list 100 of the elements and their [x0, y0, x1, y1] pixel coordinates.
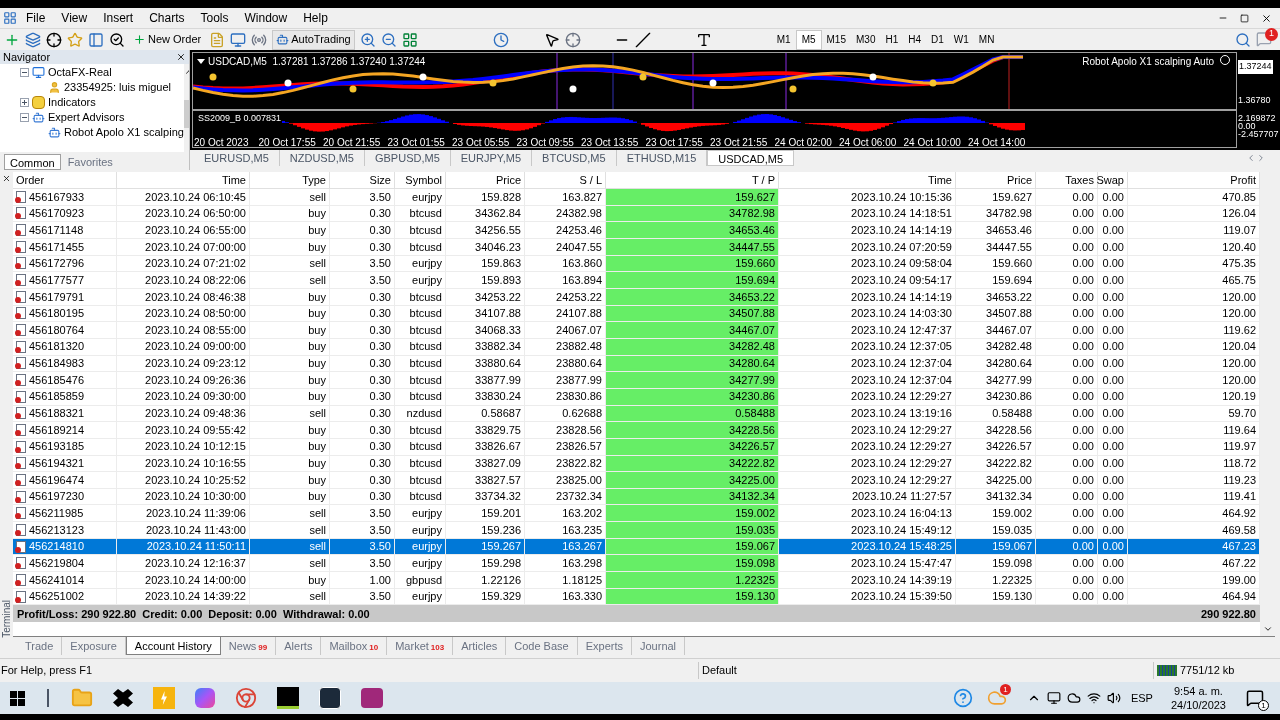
star-icon[interactable] — [67, 31, 83, 48]
chart-tab[interactable]: USDCAD,M5 — [707, 150, 795, 166]
chart-tab[interactable]: GBPUSD,M5 — [364, 150, 451, 166]
search-icon[interactable] — [1235, 31, 1251, 48]
terminal-tab[interactable]: Account History — [125, 637, 221, 656]
clock-icon[interactable] — [492, 31, 509, 48]
autotrading-button[interactable]: AutoTrading — [272, 29, 355, 50]
text-icon[interactable] — [695, 31, 712, 48]
table-row[interactable]: 456189214 2023.10.24 09:55:42 buy 0.30 btcusd 33829.75 23828.56 34228.56 2023.10.24 12:29:27 34228.56 0.00 0.00 119.64 — [13, 422, 1260, 439]
monitor-icon[interactable] — [230, 31, 247, 48]
table-row[interactable]: 456180764 2023.10.24 08:55:00 buy 0.30 btcusd 34068.33 24067.07 34467.07 2023.10.24 12:47:37 34467.07 0.00 0.00 119.62 — [13, 322, 1260, 339]
tree-item[interactable]: Robot Apolo X1 scalping — [64, 124, 184, 141]
chat-icon[interactable] — [1256, 30, 1272, 47]
menu-item[interactable]: Tools — [193, 9, 236, 27]
tree-item[interactable]: Indicators — [48, 94, 96, 111]
chart-tab[interactable]: NZDUSD,M5 — [279, 150, 365, 166]
timeframe-button[interactable]: M15 — [821, 29, 851, 50]
column-header[interactable]: S / L — [525, 172, 606, 188]
app-icon[interactable] — [319, 687, 341, 709]
timeframe-button[interactable]: MN — [973, 29, 1000, 50]
tree-item[interactable]: Expert Advisors — [48, 109, 125, 126]
table-row[interactable]: 456219804 2023.10.24 12:16:37 sell 3.50 eurjpy 159.298 163.298 159.098 2023.10.24 15:47:47 159.098 0.00 0.00 467.22 — [13, 555, 1260, 573]
menu-item[interactable]: Help — [296, 9, 335, 27]
timeframe-button[interactable]: M5 — [795, 29, 822, 50]
network-icon[interactable] — [1086, 691, 1101, 705]
menu-item[interactable]: View — [54, 9, 95, 27]
timeframe-button[interactable]: M30 — [851, 29, 881, 50]
menu-item[interactable]: File — [19, 9, 53, 27]
panel-tab[interactable]: Common — [4, 154, 61, 170]
timeframe-button[interactable]: M1 — [771, 29, 796, 50]
windows-icon[interactable] — [10, 690, 25, 706]
zoom-out-icon[interactable] — [380, 31, 397, 48]
table-row[interactable]: 456211985 2023.10.24 11:39:06 sell 3.50 eurjpy 159.201 163.202 159.002 2023.10.24 16:04:13 159.002 0.00 0.00 464.92 — [13, 505, 1260, 523]
terminal-tab[interactable]: Mailbox 10 — [321, 637, 388, 656]
tile-icon[interactable] — [401, 31, 418, 48]
cursor-icon[interactable] — [543, 31, 560, 48]
crosshair-icon[interactable] — [46, 31, 62, 48]
tree-item[interactable]: 23354925: luis miguel — [64, 79, 172, 96]
restore-icon[interactable] — [1240, 13, 1249, 23]
timeframe-button[interactable]: D1 — [926, 29, 949, 50]
dropdown-icon[interactable] — [197, 59, 205, 64]
expand-icon[interactable] — [20, 98, 29, 107]
table-row[interactable]: 456185476 2023.10.24 09:26:36 buy 0.30 btcusd 33877.99 23877.99 34277.99 2023.10.24 12:37:04 34277.99 0.00 0.00 120.00 — [13, 372, 1260, 389]
terminal-tab[interactable]: Trade — [17, 637, 63, 656]
column-header[interactable]: Order — [13, 172, 117, 188]
menu-item[interactable]: Insert — [96, 9, 141, 27]
video-app-icon[interactable] — [361, 688, 383, 708]
terminal-tab[interactable]: Articles — [453, 637, 507, 656]
column-header[interactable]: Time — [779, 172, 956, 188]
column-header[interactable]: T / P — [606, 172, 779, 188]
terminal-tab[interactable]: Experts — [577, 637, 632, 656]
timeframe-button[interactable]: H1 — [880, 29, 904, 50]
meet-icon[interactable] — [1046, 691, 1061, 705]
timeframe-button[interactable]: W1 — [948, 29, 974, 50]
collapse-icon[interactable] — [20, 113, 29, 122]
menu-item[interactable]: Charts — [142, 9, 192, 27]
collapse-icon[interactable] — [20, 68, 29, 77]
tree-item[interactable]: OctaFX-Real — [48, 64, 112, 81]
timeframe-button[interactable]: H4 — [903, 29, 927, 50]
terminal-tab[interactable]: Market 103 — [387, 637, 454, 656]
terminal-tab[interactable]: News 99 — [220, 637, 277, 656]
table-row[interactable]: 456171148 2023.10.24 06:55:00 buy 0.30 btcusd 34256.55 24253.46 34653.46 2023.10.24 14:14:19 34653.46 0.00 0.00 119.07 — [13, 222, 1260, 239]
table-row[interactable]: 456167933 2023.10.24 06:10:45 sell 3.50 eurjpy 159.828 163.827 159.627 2023.10.24 10:15:36 159.627 0.00 0.00 470.85 — [13, 189, 1260, 206]
column-header[interactable]: Price — [956, 172, 1036, 188]
column-header[interactable]: Type — [250, 172, 330, 188]
panel-tab[interactable]: Favorites — [62, 154, 118, 170]
volume-icon[interactable] — [1106, 691, 1121, 705]
close-icon[interactable] — [1261, 12, 1272, 24]
cloud-icon[interactable] — [1066, 691, 1081, 705]
column-header[interactable]: Swap — [1098, 172, 1128, 188]
terminal-tab[interactable]: Exposure — [62, 637, 126, 656]
notifications-icon[interactable] — [1246, 689, 1264, 707]
terminal-tab[interactable]: Alerts — [276, 637, 322, 656]
column-header[interactable]: Taxes — [1036, 172, 1098, 188]
zoom-in-icon[interactable] — [359, 31, 376, 48]
terminal-tab[interactable]: Journal — [632, 637, 686, 656]
table-row[interactable]: 456177577 2023.10.24 08:22:06 sell 3.50 eurjpy 159.893 163.894 159.694 2023.10.24 09:54:17 159.694 0.00 0.00 465.75 — [13, 272, 1260, 289]
close-icon[interactable] — [176, 52, 186, 62]
table-row[interactable]: 456196474 2023.10.24 10:25:52 buy 0.30 btcusd 33827.57 23825.00 34225.00 2023.10.24 12:29:27 34225.00 0.00 0.00 119.23 — [13, 472, 1260, 489]
profiles-icon[interactable] — [25, 31, 41, 48]
navigator-icon[interactable] — [88, 31, 104, 48]
chart-tab[interactable]: BTCUSD,M5 — [532, 150, 617, 166]
weather-icon[interactable] — [986, 688, 1007, 708]
new-order-button[interactable]: New Order — [130, 29, 205, 50]
chart-tab[interactable]: EURJPY,M5 — [450, 150, 533, 166]
close-icon[interactable] — [2, 174, 11, 183]
language-indicator[interactable]: ESP — [1130, 689, 1153, 707]
chart-tab[interactable]: EURUSD,M5 — [194, 150, 280, 166]
table-row[interactable]: 456213123 2023.10.24 11:43:00 sell 3.50 eurjpy 159.236 163.235 159.035 2023.10.24 15:49:12 159.035 0.00 0.00 469.58 — [13, 522, 1260, 539]
menu-item[interactable]: Window — [237, 9, 295, 27]
tester-icon[interactable] — [109, 31, 125, 48]
help-icon[interactable] — [952, 688, 973, 708]
table-row[interactable]: 456241014 2023.10.24 14:00:00 buy 1.00 gbpusd 1.22126 1.18125 1.22325 2023.10.24 14:39:19 1.22325 0.00 0.00 199.00 — [13, 572, 1260, 589]
terminal-tab[interactable]: Code Base — [506, 637, 578, 656]
chart-app-icon[interactable] — [277, 687, 299, 709]
column-header[interactable]: Price — [446, 172, 525, 188]
trend-line-icon[interactable] — [634, 31, 651, 48]
column-header[interactable]: Time — [117, 172, 250, 188]
column-header[interactable]: Size — [330, 172, 395, 188]
column-header[interactable]: Symbol — [395, 172, 446, 188]
